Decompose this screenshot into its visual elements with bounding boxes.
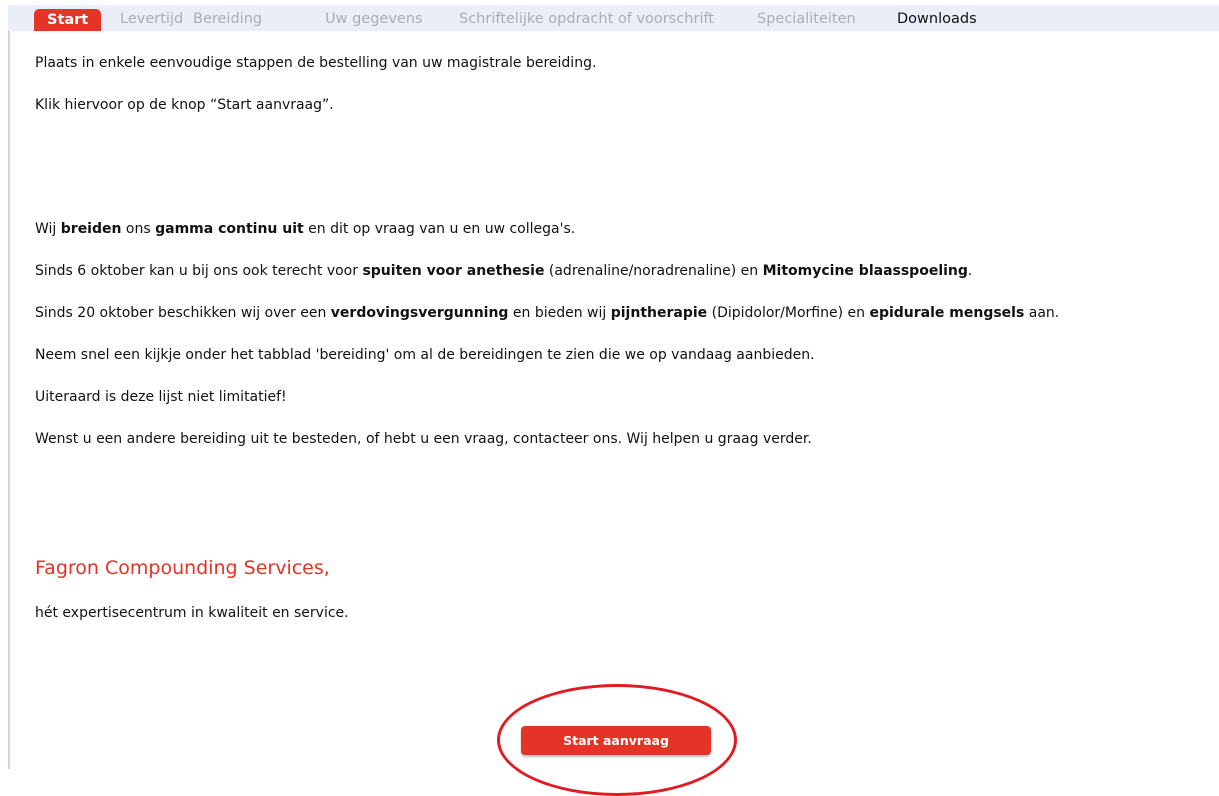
intro-line-1: Plaats in enkele eenvoudige stappen de b… <box>35 55 597 71</box>
paragraph-niet-limitatief: Uiteraard is deze lijst niet limitatief! <box>35 389 287 405</box>
paragraph-gamma: Wij breiden ons gamma continu uit en dit… <box>35 221 576 237</box>
tab-start[interactable]: Start <box>34 9 102 31</box>
tagline: hét expertisecentrum in kwaliteit en ser… <box>35 605 349 621</box>
paragraph-contact: Wenst u een andere bereiding uit te best… <box>35 431 812 447</box>
content-border <box>8 31 10 769</box>
paragraph-bereiding-tab: Neem snel een kijkje onder het tabblad '… <box>35 347 815 363</box>
paragraph-verdovingsvergunning: Sinds 20 oktober beschikken wij over een… <box>35 305 1060 321</box>
tab-schriftelijke-opdracht[interactable]: Schriftelijke opdracht of voorschrift <box>459 8 714 30</box>
tab-specialiteiten[interactable]: Specialiteiten <box>757 8 856 30</box>
tab-bar: Start Levertijd Bereiding Uw gegevens Sc… <box>8 5 1219 31</box>
intro-line-2: Klik hiervoor op de knop “Start aanvraag… <box>35 97 334 113</box>
tab-uw-gegevens[interactable]: Uw gegevens <box>325 8 423 30</box>
start-aanvraag-button[interactable]: Start aanvraag <box>521 726 711 755</box>
tab-downloads[interactable]: Downloads <box>897 8 977 30</box>
tab-levertijd[interactable]: Levertijd <box>120 8 183 30</box>
tab-bereiding[interactable]: Bereiding <box>193 8 262 30</box>
brand-heading: Fagron Compounding Services, <box>35 557 330 579</box>
paragraph-spuiten: Sinds 6 oktober kan u bij ons ook terech… <box>35 263 973 279</box>
